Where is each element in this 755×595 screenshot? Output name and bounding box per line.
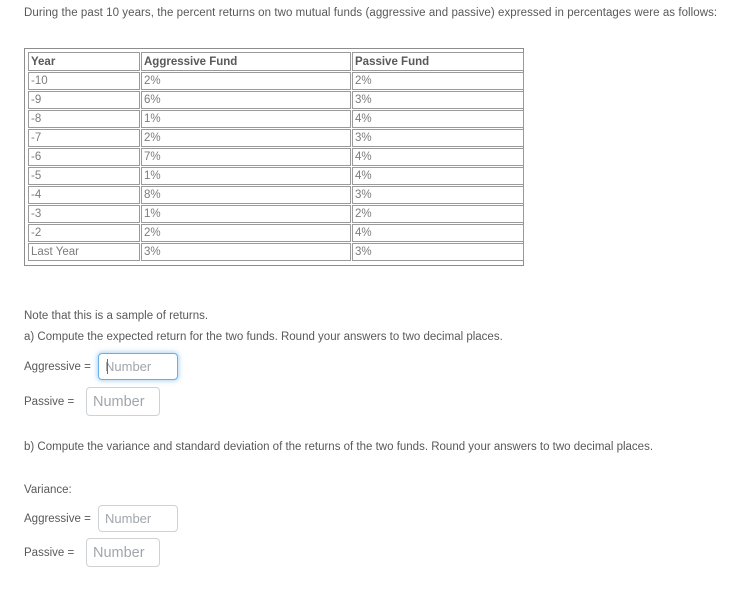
cell-year: -8 (28, 110, 140, 128)
cell-passive: 2% (352, 72, 524, 90)
part-a-aggressive-input[interactable] (98, 353, 178, 380)
table-header-row: Year Aggressive Fund Passive Fund (28, 52, 524, 71)
part-b-passive-input[interactable] (86, 538, 160, 567)
table-row: -4 8% 3% (28, 186, 524, 204)
cell-year: -9 (28, 91, 140, 109)
cell-passive: 3% (352, 186, 524, 204)
cell-aggressive: 8% (141, 186, 351, 204)
table-row: -9 6% 3% (28, 91, 524, 109)
table-row: -5 1% 4% (28, 167, 524, 185)
cell-passive: 4% (352, 224, 524, 242)
cell-aggressive: 2% (141, 129, 351, 147)
column-header-passive: Passive Fund (352, 52, 524, 71)
cell-passive: 2% (352, 205, 524, 223)
returns-table: Year Aggressive Fund Passive Fund -10 2% 2… (27, 51, 525, 262)
part-a-passive-label: Passive = (24, 395, 75, 408)
part-b-passive-row: Passive = (24, 538, 160, 567)
cell-aggressive: 1% (141, 205, 351, 223)
table-row: -8 1% 4% (28, 110, 524, 128)
cell-aggressive: 3% (141, 243, 351, 261)
cell-year: -3 (28, 205, 140, 223)
column-header-aggressive: Aggressive Fund (141, 52, 351, 71)
part-a-prompt: a) Compute the expected return for the t… (24, 331, 503, 343)
cell-year: -10 (28, 72, 140, 90)
cell-year: -4 (28, 186, 140, 204)
cell-aggressive: 2% (141, 224, 351, 242)
part-b-aggressive-input[interactable] (98, 505, 178, 532)
returns-table-container: Year Aggressive Fund Passive Fund -10 2% 2… (24, 48, 524, 266)
table-row: -2 2% 4% (28, 224, 524, 242)
cell-aggressive: 6% (141, 91, 351, 109)
table-row: -7 2% 3% (28, 129, 524, 147)
part-a-passive-input[interactable] (86, 387, 160, 416)
column-header-year: Year (28, 52, 140, 71)
cell-passive: 3% (352, 243, 524, 261)
cell-year: -2 (28, 224, 140, 242)
cell-passive: 4% (352, 110, 524, 128)
part-a-passive-row: Passive = (24, 387, 160, 416)
sample-note: Note that this is a sample of returns. (24, 310, 209, 322)
part-b-prompt: b) Compute the variance and standard dev… (24, 441, 654, 453)
cell-aggressive: 7% (141, 148, 351, 166)
table-row: -3 1% 2% (28, 205, 524, 223)
cell-aggressive: 1% (141, 167, 351, 185)
part-b-aggressive-label: Aggressive = (24, 512, 91, 525)
cell-aggressive: 1% (141, 110, 351, 128)
table-row: -6 7% 4% (28, 148, 524, 166)
table-row: -10 2% 2% (28, 72, 524, 90)
intro-text: During the past 10 years, the percent re… (24, 7, 718, 19)
cell-passive: 3% (352, 91, 524, 109)
cell-year: -5 (28, 167, 140, 185)
cell-passive: 4% (352, 167, 524, 185)
cell-passive: 4% (352, 148, 524, 166)
table-row: Last Year 3% 3% (28, 243, 524, 261)
cell-passive: 3% (352, 129, 524, 147)
cell-year: -7 (28, 129, 140, 147)
cell-year: -6 (28, 148, 140, 166)
variance-section-label: Variance: (24, 484, 72, 496)
part-b-passive-label: Passive = (24, 546, 75, 559)
text-caret (107, 359, 108, 374)
cell-aggressive: 2% (141, 72, 351, 90)
question-page: During the past 10 years, the percent re… (0, 0, 755, 595)
part-b-aggressive-row: Aggressive = (24, 505, 178, 532)
part-a-aggressive-label: Aggressive = (24, 360, 91, 373)
part-a-aggressive-row: Aggressive = (24, 353, 178, 380)
cell-year: Last Year (28, 243, 140, 261)
